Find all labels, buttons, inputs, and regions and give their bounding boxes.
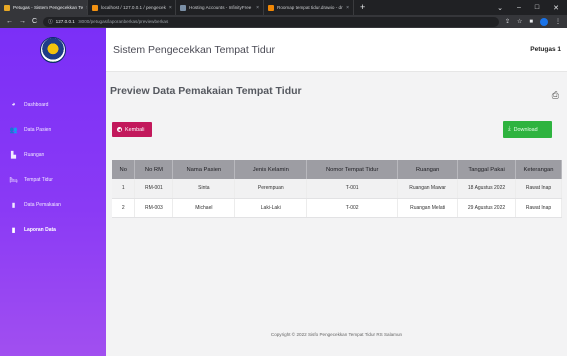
table-header-row: No No RM Nama Pasien Jenis Kelamin Nomor Tem…: [112, 160, 563, 179]
sidebar-item-tempat-tidur[interactable]: 🛏 Tempat Tidur: [0, 167, 106, 192]
download-button[interactable]: ⤓ Download: [503, 121, 552, 138]
browser-tab[interactable]: Petugas - Sistem Pengecekkan Te×: [0, 0, 88, 15]
browser-toolbar: ← → C ⓘ 127.0.0.1:8000/petugas/laporanbe…: [0, 15, 567, 28]
tab-label: Petugas - Sistem Pengecekkan Te: [13, 5, 84, 10]
menu-kebab-icon[interactable]: ⋮: [555, 18, 561, 25]
table-cell: T-001: [306, 179, 399, 199]
table-cell: RM-001: [134, 179, 174, 199]
window-controls: ⌄ – □ ✕: [489, 0, 567, 15]
tab-label: Roomap tempat tidur.drawio - dr: [277, 5, 343, 10]
table-cell: 18 Agustus 2022: [457, 179, 516, 199]
tab-label: Hosting Accounts - InfinityFree: [189, 5, 252, 10]
bed-icon: 🛏: [9, 176, 18, 184]
usage-table: No No RM Nama Pasien Jenis Kelamin Nomor Tem…: [112, 160, 563, 218]
table-cell: 1: [112, 179, 136, 199]
forward-arrow-icon[interactable]: →: [19, 18, 26, 25]
share-icon[interactable]: ⇪: [505, 18, 510, 25]
close-window-button[interactable]: ✕: [553, 4, 559, 12]
sidebar-item-dashboard[interactable]: ◕ Dashboard: [0, 92, 106, 117]
table-row: 2 RM-003 Michael Laki-Laki T-002 Ruangan Mela…: [112, 198, 563, 218]
page-title: Preview Data Pemakaian Tempat Tidur: [110, 85, 302, 97]
table-cell: Ruangan Melati: [397, 198, 459, 218]
tab-close-icon[interactable]: ×: [169, 5, 172, 11]
url-host: 127.0.0.1: [55, 19, 75, 24]
main-content: Preview Data Pemakaian Tempat Tidur ⎙ ◀ …: [106, 72, 567, 356]
sidebar-item-label: Tempat Tidur: [24, 176, 53, 183]
url-path: :8000/petugas/laporanberkas/previewberka…: [77, 19, 169, 24]
tab-favicon-icon: [268, 4, 274, 11]
building-icon: ▙: [11, 151, 16, 159]
back-arrow-icon[interactable]: ←: [6, 18, 13, 25]
column-header[interactable]: Nomor Tempat Tidur: [306, 160, 399, 179]
footer: Copyright © 2022 Sisfo Pengecekkan Tempa…: [270, 332, 403, 337]
sidebar-nav: ◕ Dashboard 👥 Data Pasien ▙ Ruangan 🛏 Tempat Ti…: [0, 92, 106, 242]
arrow-left-circle-icon: ◀: [117, 127, 122, 132]
table-cell: Michael: [172, 198, 236, 218]
table-cell: RM-003: [134, 198, 174, 218]
hospital-logo: [40, 37, 66, 63]
reload-icon[interactable]: C: [32, 18, 37, 25]
sidebar-item-laporan-data[interactable]: ▮ Laporan Data: [0, 217, 106, 242]
user-menu[interactable]: Petugas 1: [530, 46, 561, 53]
table-cell: Rawat Inap: [515, 179, 563, 199]
tab-window-icon[interactable]: ■: [529, 19, 533, 25]
tab-close-icon[interactable]: ×: [346, 5, 349, 11]
column-header[interactable]: Keterangan: [515, 160, 563, 179]
sidebar-item-label: Data Pasien: [24, 126, 52, 133]
print-icon[interactable]: ⎙: [552, 90, 559, 101]
column-header[interactable]: No: [112, 160, 136, 179]
tab-favicon-icon: [92, 4, 98, 11]
table-cell: Sinta: [172, 179, 236, 199]
sidebar-item-data-pemakaian[interactable]: ▮ Data Pemakaian: [0, 192, 106, 217]
app-title: Sistem Pengecekkan Tempat Tidur: [113, 43, 276, 56]
minimize-button[interactable]: –: [517, 4, 521, 11]
sidebar-item-label: Ruangan: [24, 151, 45, 158]
address-bar[interactable]: ⓘ 127.0.0.1:8000/petugas/laporanberkas/p…: [43, 16, 499, 27]
logo-area: [0, 28, 106, 72]
download-button-label: Download: [513, 126, 538, 133]
column-header[interactable]: Nama Pasien: [172, 160, 236, 179]
browser-tab[interactable]: Hosting Accounts - InfinityFree ×: [176, 0, 264, 15]
tab-close-icon[interactable]: ×: [256, 5, 259, 11]
table-cell: Perempuan: [234, 179, 308, 199]
maximize-button[interactable]: □: [535, 4, 539, 11]
table-cell: Ruangan Mawar: [397, 179, 459, 199]
table-cell: 29 Agustus 2022: [457, 198, 516, 218]
table-row: 1 RM-001 Sinta Perempuan T-001 Ruangan Mawar 1…: [112, 179, 563, 199]
back-button-label: Kembali: [125, 126, 145, 133]
sidebar-item-label: Dashboard: [24, 101, 49, 108]
table-cell: Rawat Inap: [515, 198, 563, 218]
browser-tab[interactable]: localhost / 127.0.0.1 / pengecek ×: [88, 0, 176, 15]
browser-tab-bar: Petugas - Sistem Pengecekkan Te×localhos…: [0, 0, 567, 15]
browser-tab[interactable]: Roomap tempat tidur.drawio - dr ×: [264, 0, 354, 15]
profile-avatar-icon[interactable]: [540, 17, 548, 26]
table-cell: 2: [112, 198, 136, 218]
users-icon: 👥: [9, 126, 18, 134]
column-header[interactable]: Tanggal Pakai: [457, 160, 516, 179]
bookmark-star-icon[interactable]: ☆: [517, 18, 522, 25]
tab-favicon-icon: [4, 4, 10, 11]
tab-search-icon[interactable]: ⌄: [497, 4, 503, 12]
column-header[interactable]: Jenis Kelamin: [234, 160, 308, 179]
sidebar: ◕ Dashboard 👥 Data Pasien ▙ Ruangan 🛏 Tempat Ti…: [0, 28, 106, 356]
file-icon: ▮: [11, 201, 16, 209]
sidebar-item-ruangan[interactable]: ▙ Ruangan: [0, 142, 106, 167]
table-cell: T-002: [306, 198, 399, 218]
tab-label: localhost / 127.0.0.1 / pengecek: [101, 5, 166, 10]
column-header[interactable]: No RM: [134, 160, 174, 179]
table-body: 1 RM-001 Sinta Perempuan T-001 Ruangan Mawar 1…: [112, 179, 563, 218]
sidebar-item-label: Laporan Data: [24, 226, 56, 233]
new-tab-button[interactable]: +: [354, 0, 371, 15]
back-button[interactable]: ◀ Kembali: [112, 122, 152, 137]
top-bar: Sistem Pengecekkan Tempat Tidur Petugas …: [106, 28, 567, 72]
download-icon: ⤓: [508, 126, 511, 132]
dashboard-icon: ◕: [11, 101, 16, 108]
sidebar-item-data-pasien[interactable]: 👥 Data Pasien: [0, 117, 106, 142]
column-header[interactable]: Ruangan: [397, 160, 459, 179]
table-cell: Laki-Laki: [234, 198, 308, 218]
report-icon: ▮: [11, 226, 16, 234]
info-icon[interactable]: ⓘ: [48, 19, 53, 25]
tab-favicon-icon: [180, 4, 186, 11]
sidebar-item-label: Data Pemakaian: [24, 201, 61, 208]
